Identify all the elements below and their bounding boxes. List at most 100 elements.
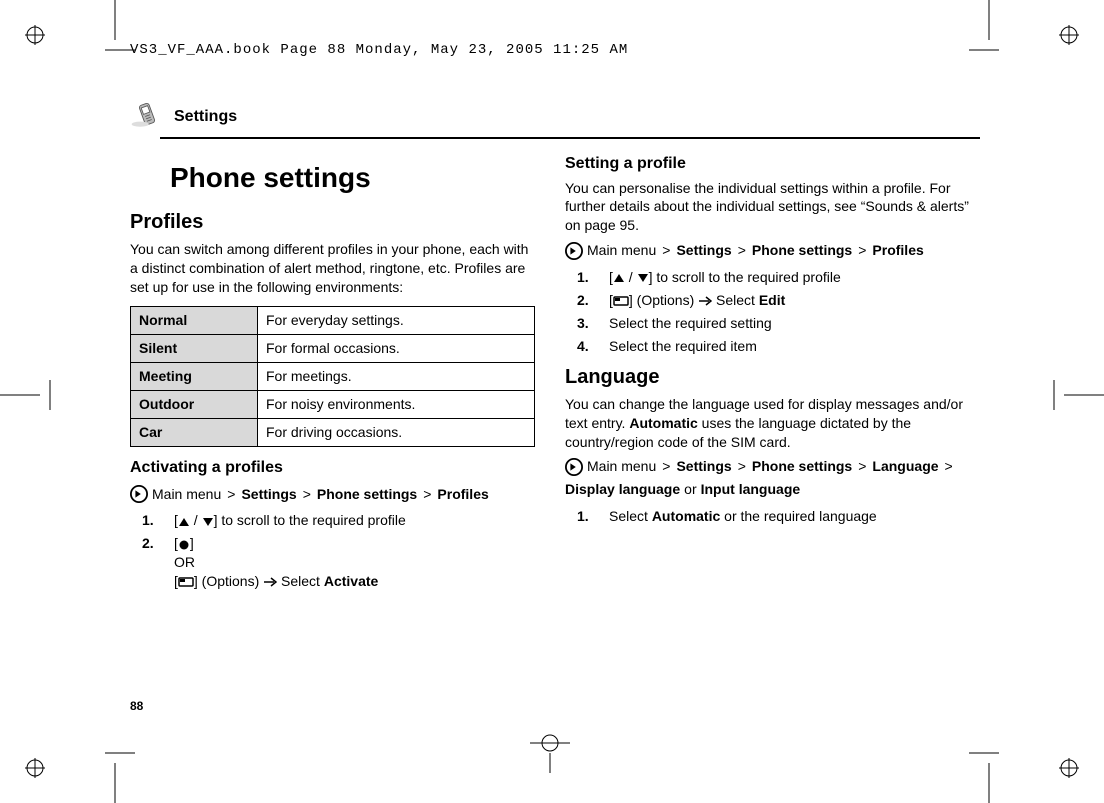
- step-item: 3.Select the required setting: [577, 312, 970, 335]
- right-column: Setting a profile You can personalise th…: [565, 153, 970, 597]
- up-triangle-icon: [613, 273, 625, 283]
- step-body: [ / ] to scroll to the required profile: [609, 268, 841, 287]
- profile-name: Outdoor: [131, 391, 258, 419]
- nav-arrow-icon: [565, 242, 583, 260]
- step-text: Select: [712, 292, 759, 308]
- language-intro: You can change the language used for dis…: [565, 395, 970, 452]
- nav-separator: >: [736, 241, 748, 260]
- profile-desc: For noisy environments.: [258, 391, 535, 419]
- up-triangle-icon: [178, 517, 190, 527]
- down-triangle-icon: [637, 273, 649, 283]
- setting-intro: You can personalise the individual setti…: [565, 179, 970, 236]
- profile-desc: For driving occasions.: [258, 419, 535, 447]
- down-triangle-icon: [202, 517, 214, 527]
- page: VS3_VF_AAA.book Page 88 Monday, May 23, …: [0, 0, 1104, 803]
- step-body: [] (Options) Select Edit: [609, 291, 785, 310]
- content-area: Settings Phone settings Profiles You can…: [130, 100, 980, 597]
- crop-mark-icon: [520, 733, 580, 773]
- step-number: 1.: [577, 268, 595, 287]
- table-row: MeetingFor meetings.: [131, 363, 535, 391]
- nav-text: Main menu: [152, 485, 221, 504]
- steps-list: 1. [ / ] to scroll to the required profi…: [565, 266, 970, 358]
- section-rule: [160, 137, 980, 139]
- step-text: to scroll to the required profile: [217, 512, 405, 528]
- profile-desc: For formal occasions.: [258, 335, 535, 363]
- nav-arrow-icon: [565, 458, 583, 476]
- language-heading: Language: [565, 364, 970, 391]
- navigation-path: Main menu > Settings > Phone settings > …: [565, 241, 970, 260]
- table-row: OutdoorFor noisy environments.: [131, 391, 535, 419]
- nav-separator: >: [856, 241, 868, 260]
- step-text: Select the required setting: [609, 314, 772, 333]
- step-text: Select the required item: [609, 337, 757, 356]
- nav-item: Settings: [676, 457, 731, 476]
- nav-separator: >: [301, 485, 313, 504]
- profiles-heading: Profiles: [130, 209, 535, 236]
- steps-list: 1. [ / ] to scroll to the required profi…: [130, 509, 535, 593]
- table-row: NormalFor everyday settings.: [131, 307, 535, 335]
- pdf-header: VS3_VF_AAA.book Page 88 Monday, May 23, …: [130, 42, 628, 58]
- nav-item: Phone settings: [752, 241, 852, 260]
- nav-item: Settings: [676, 241, 731, 260]
- step-item: 1. Select Automatic or the required lang…: [577, 505, 970, 528]
- crop-mark-icon: [969, 0, 999, 60]
- step-number: 4.: [577, 337, 595, 356]
- table-row: CarFor driving occasions.: [131, 419, 535, 447]
- step-number: 1.: [142, 511, 160, 530]
- nav-separator: >: [421, 485, 433, 504]
- step-item: 1. [ / ] to scroll to the required profi…: [577, 266, 970, 289]
- registration-mark-icon: [1059, 25, 1079, 45]
- step-text: Select: [277, 573, 324, 589]
- nav-text: Main menu: [587, 241, 656, 260]
- registration-mark-icon: [25, 758, 45, 778]
- step-body: [ / ] to scroll to the required profile: [174, 511, 406, 530]
- bold-text: Automatic: [629, 415, 697, 431]
- profiles-intro: You can switch among different profiles …: [130, 240, 535, 297]
- registration-mark-icon: [1059, 758, 1079, 778]
- bold-text: Automatic: [652, 508, 720, 524]
- navigation-path: Main menu > Settings > Phone settings > …: [565, 457, 970, 499]
- profiles-table: NormalFor everyday settings. SilentFor f…: [130, 306, 535, 446]
- section-title: Settings: [174, 108, 237, 126]
- nav-separator: >: [225, 485, 237, 504]
- crop-mark-icon: [969, 743, 999, 803]
- nav-item: Settings: [241, 485, 296, 504]
- registration-mark-icon: [25, 25, 45, 45]
- crop-mark-icon: [1044, 380, 1104, 410]
- profile-name: Normal: [131, 307, 258, 335]
- nav-text: Main menu: [587, 457, 656, 476]
- profile-desc: For meetings.: [258, 363, 535, 391]
- nav-separator: >: [660, 457, 672, 476]
- step-number: 2.: [142, 534, 160, 591]
- profile-name: Meeting: [131, 363, 258, 391]
- text: or the required language: [720, 508, 876, 524]
- nav-item: Phone settings: [317, 485, 417, 504]
- nav-arrow-icon: [130, 485, 148, 503]
- nav-item: Language: [872, 457, 938, 476]
- step-number: 2.: [577, 291, 595, 310]
- nav-separator: >: [660, 241, 672, 260]
- step-item: 4. Select the required item: [577, 335, 970, 358]
- page-title: Phone settings: [170, 159, 535, 197]
- nav-item: Input language: [701, 480, 801, 499]
- step-item: 1. [ / ] to scroll to the required profi…: [142, 509, 535, 532]
- steps-list: 1. Select Automatic or the required lang…: [565, 505, 970, 528]
- softkey-icon: [178, 577, 194, 587]
- activating-heading: Activating a profiles: [130, 457, 535, 479]
- phone-icon: [130, 100, 164, 133]
- table-row: SilentFor formal occasions.: [131, 335, 535, 363]
- nav-separator: >: [943, 457, 955, 476]
- center-key-icon: [178, 539, 190, 551]
- nav-item: Display language: [565, 480, 680, 499]
- setting-heading: Setting a profile: [565, 153, 970, 175]
- step-number: 1.: [577, 507, 595, 526]
- text: Select: [609, 508, 652, 524]
- nav-item: Profiles: [872, 241, 923, 260]
- step-text: to scroll to the required profile: [652, 269, 840, 285]
- edit-label: Edit: [759, 292, 785, 308]
- step-body: [] OR [] (Options) Select Activate: [174, 534, 378, 591]
- step-text: (Options): [198, 573, 263, 589]
- crop-mark-icon: [105, 743, 135, 803]
- nav-separator: >: [736, 457, 748, 476]
- navigation-path: Main menu > Settings > Phone settings > …: [130, 485, 535, 504]
